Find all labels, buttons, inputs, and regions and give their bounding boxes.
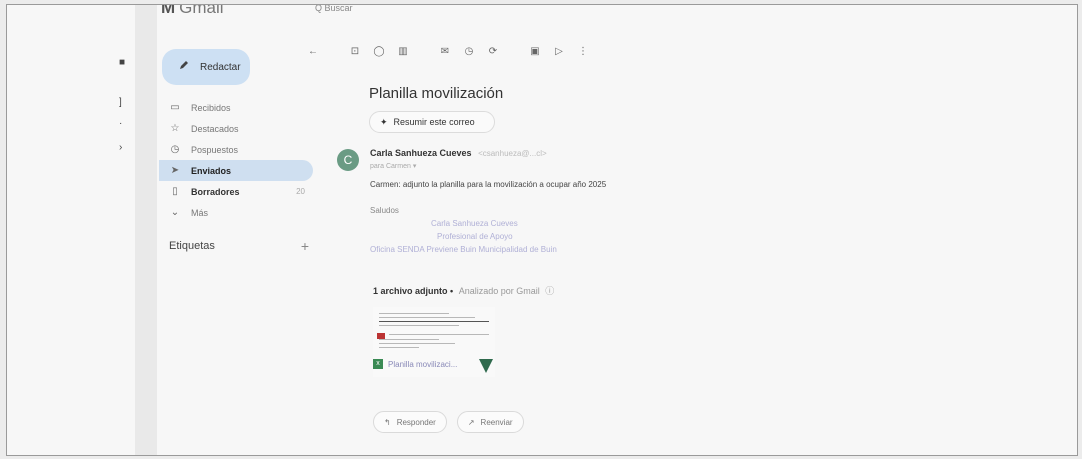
label-icon[interactable]: ▷ <box>549 46 569 57</box>
sidebar-item-label: Borradores <box>191 186 240 197</box>
report-spam-icon[interactable]: ◯ <box>369 46 389 57</box>
left-cut-strip: ■ ] · › <box>7 5 137 455</box>
reply-actions: ↰ Responder ↗ Reenviar <box>373 411 524 433</box>
gmail-logo[interactable]: M Gmail <box>161 5 224 18</box>
sidebar-item-drafts[interactable]: ▯ Borradores 20 <box>159 181 313 202</box>
summarize-label: Resumir este correo <box>393 117 475 127</box>
signature-line: Oficina SENDA Previene Buin Municipalida… <box>370 245 557 254</box>
forward-icon: ↗ <box>467 417 475 427</box>
signature-line: Carla Sanhueza Cueves <box>431 219 518 228</box>
sidebar-item-label: Enviados <box>191 165 232 176</box>
chevron-down-icon: ⌄ <box>170 207 180 218</box>
snooze-icon[interactable]: ◷ <box>459 46 479 57</box>
drive-triangle-icon[interactable] <box>479 359 493 373</box>
signature-line: Profesional de Apoyo <box>437 232 513 241</box>
clock-icon: ◷ <box>170 144 180 155</box>
attachment-file-row[interactable]: x Planilla movilizaci... <box>373 359 457 369</box>
sender-name-text: Carla Sanhueza Cueves <box>370 148 472 158</box>
sidebar-nav: ▭ Recibidos ☆ Destacados ◷ Pospuestos ➤ … <box>159 97 313 223</box>
reply-icon: ↰ <box>384 417 391 427</box>
more-options-icon[interactable]: ⋮ <box>573 46 593 57</box>
summarize-button[interactable]: ✦ Resumir este correo <box>369 111 495 133</box>
sidebar-item-inbox[interactable]: ▭ Recibidos <box>159 97 313 118</box>
strip-mark: ■ <box>119 57 126 68</box>
sender-name[interactable]: Carla Sanhueza Cueves <csanhueza@...cl> <box>370 148 547 158</box>
top-bar: M Gmail Q Buscar <box>147 5 1077 25</box>
forward-label: Reenviar <box>480 417 513 427</box>
recipient-line[interactable]: para Carmen ▾ <box>370 162 416 170</box>
reply-button[interactable]: ↰ Responder <box>373 411 447 433</box>
email-subject: Planilla movilización <box>369 85 504 102</box>
scanned-note: Analizado por Gmail <box>458 286 540 296</box>
draft-icon: ▯ <box>172 186 178 197</box>
sidebar-item-label: Recibidos <box>191 102 231 113</box>
back-arrow-icon[interactable]: ← <box>303 46 323 57</box>
reply-label: Responder <box>396 417 436 427</box>
add-task-icon[interactable]: ⟳ <box>483 46 503 57</box>
attachments-count: 1 archivo adjunto <box>373 286 448 296</box>
attachments-separator: • <box>447 286 454 296</box>
attachment-card[interactable]: x Planilla movilizaci... <box>373 307 495 377</box>
recipient-text: para Carmen <box>370 163 411 170</box>
compose-button[interactable]: Redactar <box>162 49 250 85</box>
sidebar-item-label: Destacados <box>191 123 239 134</box>
sender-email: <csanhueza@...cl> <box>478 149 547 158</box>
add-label-icon[interactable]: + <box>301 238 309 254</box>
sidebar-item-label: Pospuestos <box>191 144 239 155</box>
sidebar-item-starred[interactable]: ☆ Destacados <box>159 118 313 139</box>
sidebar-item-more[interactable]: ⌄ Más <box>159 202 313 223</box>
gmail-m-icon: M <box>161 5 176 17</box>
chevron-down-icon: ▾ <box>412 163 417 170</box>
mark-unread-icon[interactable]: ✉ <box>435 46 455 57</box>
compose-label: Redactar <box>200 61 241 73</box>
delete-icon[interactable]: ▥ <box>393 46 413 57</box>
left-rail <box>135 5 157 455</box>
avatar[interactable]: C <box>337 149 359 171</box>
strip-mark: ] <box>119 97 122 108</box>
archive-icon[interactable]: ⊡ <box>345 46 365 57</box>
star-icon: ☆ <box>170 123 180 134</box>
sidebar-item-sent[interactable]: ➤ Enviados <box>159 160 313 181</box>
attachment-name: Planilla movilizaci... <box>388 359 458 369</box>
drafts-count: 20 <box>296 187 305 196</box>
inbox-icon: ▭ <box>170 102 180 113</box>
pencil-icon <box>178 58 190 76</box>
labels-title: Etiquetas <box>169 240 215 252</box>
sidebar-item-label: Más <box>191 207 209 218</box>
email-body: Carmen: adjunto la planilla para la movi… <box>370 180 607 189</box>
strip-mark: › <box>119 142 123 153</box>
forward-button[interactable]: ↗ Reenviar <box>456 411 524 433</box>
attachments-header: 1 archivo adjunto • Analizado por Gmail … <box>373 284 554 297</box>
sidebar-item-snoozed[interactable]: ◷ Pospuestos <box>159 139 313 160</box>
sparkle-icon: ✦ <box>380 116 388 127</box>
email-greeting: Saludos <box>370 206 399 215</box>
info-icon[interactable]: ⓘ <box>545 286 554 296</box>
scanned-screenshot-frame: ■ ] · › M Gmail Q Buscar Redactar ▭ Recib… <box>6 4 1078 456</box>
search-input[interactable]: Q Buscar <box>315 5 353 13</box>
send-icon: ➤ <box>170 165 180 176</box>
message-toolbar: ← ⊡ ◯ ▥ ✉ ◷ ⟳ ▣ ▷ ⋮ <box>303 42 597 60</box>
move-to-icon[interactable]: ▣ <box>525 46 545 57</box>
strip-mark: · <box>119 118 123 129</box>
spreadsheet-icon: x <box>373 359 383 369</box>
labels-section: Etiquetas + <box>169 238 309 254</box>
